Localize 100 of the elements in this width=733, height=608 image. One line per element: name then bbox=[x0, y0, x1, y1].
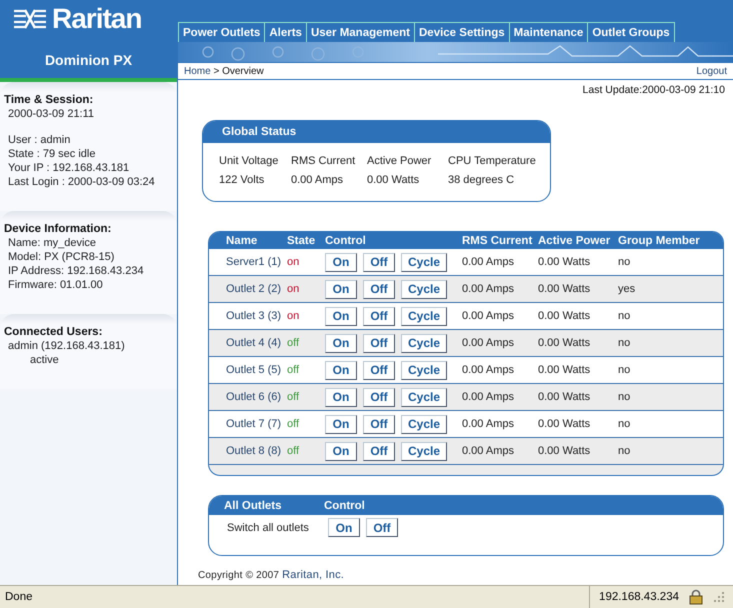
info-line: 2000-03-09 21:11 bbox=[8, 107, 96, 121]
power-button[interactable]: On bbox=[325, 252, 357, 272]
power-button[interactable]: Off bbox=[363, 442, 395, 460]
user-status: active bbox=[29, 353, 60, 367]
power-button[interactable]: Off bbox=[363, 334, 395, 352]
logout-link[interactable]: Logout bbox=[696, 66, 727, 76]
panel-title: Global Status bbox=[222, 126, 296, 138]
stat-value: 0.00 Amps bbox=[291, 174, 344, 186]
power-button[interactable]: On bbox=[325, 334, 357, 352]
group-member: no bbox=[618, 337, 632, 349]
cycle-button[interactable]: Cycle bbox=[401, 360, 448, 380]
column-header: State bbox=[287, 234, 316, 246]
breadcrumb: Home > Overview bbox=[184, 66, 264, 76]
current-reading: 0.00 Amps bbox=[462, 310, 515, 322]
power-button[interactable]: Off bbox=[363, 280, 395, 298]
section-title: Device Information: bbox=[4, 223, 112, 235]
cycle-button[interactable]: Cycle bbox=[401, 334, 448, 352]
nav-tab[interactable]: Power Outlets bbox=[178, 22, 266, 42]
power-button[interactable]: On bbox=[325, 414, 357, 434]
outlet-state: on bbox=[287, 310, 300, 322]
address-text: 192.168.43.234 bbox=[599, 591, 679, 603]
stat-label: Active Power bbox=[367, 155, 432, 167]
power-button[interactable]: On bbox=[325, 442, 357, 460]
outlet-state: off bbox=[287, 337, 300, 349]
group-member: no bbox=[618, 391, 632, 403]
current-reading: 0.00 Amps bbox=[462, 391, 515, 403]
power-button[interactable]: Off bbox=[363, 252, 395, 272]
outlet-name: Outlet 5 (5) bbox=[226, 364, 282, 376]
group-member: no bbox=[618, 364, 632, 376]
nav-tab[interactable]: Outlet Groups bbox=[587, 22, 675, 42]
cycle-button[interactable]: Cycle bbox=[401, 442, 448, 460]
power-reading: 0.00 Watts bbox=[538, 256, 592, 268]
logo-text: Raritan bbox=[52, 3, 142, 35]
power-button[interactable]: Off bbox=[366, 518, 398, 537]
column-header: Group Member bbox=[618, 234, 701, 246]
power-reading: 0.00 Watts bbox=[538, 418, 592, 430]
current-reading: 0.00 Amps bbox=[462, 418, 515, 430]
resize-grip-icon[interactable] bbox=[713, 591, 725, 603]
outlet-state: on bbox=[287, 283, 300, 295]
info-line: State : 79 sec idle bbox=[8, 147, 96, 161]
column-header: Active Power bbox=[538, 234, 612, 246]
power-button[interactable]: On bbox=[325, 388, 357, 406]
power-reading: 0.00 Watts bbox=[538, 310, 592, 322]
stat-label: Unit Voltage bbox=[219, 155, 280, 167]
cycle-button[interactable]: Cycle bbox=[401, 252, 448, 272]
current-reading: 0.00 Amps bbox=[462, 256, 515, 268]
stat-value: 122 Volts bbox=[219, 174, 266, 186]
info-line: Model: PX (PCR8-15) bbox=[8, 250, 116, 264]
cycle-button[interactable]: Cycle bbox=[401, 388, 448, 406]
power-reading: 0.00 Watts bbox=[538, 391, 592, 403]
current-reading: 0.00 Amps bbox=[462, 337, 515, 349]
row-label: Switch all outlets bbox=[227, 522, 310, 534]
lock-icon bbox=[689, 589, 703, 605]
cycle-button[interactable]: Cycle bbox=[401, 306, 448, 326]
power-reading: 0.00 Watts bbox=[538, 364, 592, 376]
stat-value: 38 degrees C bbox=[448, 174, 516, 186]
user-entry: admin (192.168.43.181) bbox=[8, 339, 126, 353]
outlet-name: Server1 (1) bbox=[226, 256, 282, 268]
group-member: yes bbox=[618, 283, 636, 295]
power-button[interactable]: On bbox=[325, 360, 357, 380]
outlet-name: Outlet 7 (7) bbox=[226, 418, 282, 430]
stat-label: CPU Temperature bbox=[448, 155, 537, 167]
outlet-name: Outlet 2 (2) bbox=[226, 283, 282, 295]
outlet-name: Outlet 6 (6) bbox=[226, 391, 282, 403]
current-reading: 0.00 Amps bbox=[462, 283, 515, 295]
info-line: Your IP : 192.168.43.181 bbox=[8, 161, 130, 175]
power-button[interactable]: On bbox=[328, 518, 360, 537]
outlet-name: Outlet 4 (4) bbox=[226, 337, 282, 349]
cycle-button[interactable]: Cycle bbox=[401, 280, 448, 298]
outlet-state: off bbox=[287, 391, 300, 403]
section-title: Connected Users: bbox=[4, 326, 104, 338]
outlet-state: off bbox=[287, 364, 300, 376]
breadcrumb-link[interactable]: Home bbox=[184, 66, 211, 76]
outlet-name: Outlet 3 (3) bbox=[226, 310, 282, 322]
info-line: Last Login : 2000-03-09 03:24 bbox=[8, 175, 156, 189]
power-button[interactable]: On bbox=[325, 280, 357, 298]
section-title: Time & Session: bbox=[4, 94, 94, 106]
outlet-state: on bbox=[287, 256, 300, 268]
power-button[interactable]: Off bbox=[363, 360, 395, 380]
column-header: Name bbox=[226, 234, 258, 246]
group-member: no bbox=[618, 310, 632, 322]
cycle-button[interactable]: Cycle bbox=[401, 414, 448, 434]
outlet-state: off bbox=[287, 445, 300, 457]
company-link[interactable]: Raritan, Inc. bbox=[282, 569, 344, 581]
info-line: Name: my_device bbox=[8, 236, 98, 250]
outlet-state: off bbox=[287, 418, 300, 430]
power-reading: 0.00 Watts bbox=[538, 337, 592, 349]
stat-value: 0.00 Watts bbox=[367, 174, 420, 186]
stat-label: RMS Current bbox=[291, 155, 356, 167]
product-name: Dominion PX bbox=[44, 52, 132, 68]
power-button[interactable]: On bbox=[325, 306, 357, 326]
power-button[interactable]: Off bbox=[363, 414, 395, 434]
copyright-text: Copyright © 2007 Raritan, Inc. bbox=[198, 569, 346, 581]
power-button[interactable]: Off bbox=[363, 388, 395, 406]
current-reading: 0.00 Amps bbox=[462, 364, 515, 376]
power-reading: 0.00 Watts bbox=[538, 283, 592, 295]
power-button[interactable]: Off bbox=[363, 306, 395, 326]
power-reading: 0.00 Watts bbox=[538, 445, 592, 457]
group-member: no bbox=[618, 418, 632, 430]
info-line: User : admin bbox=[8, 133, 72, 147]
